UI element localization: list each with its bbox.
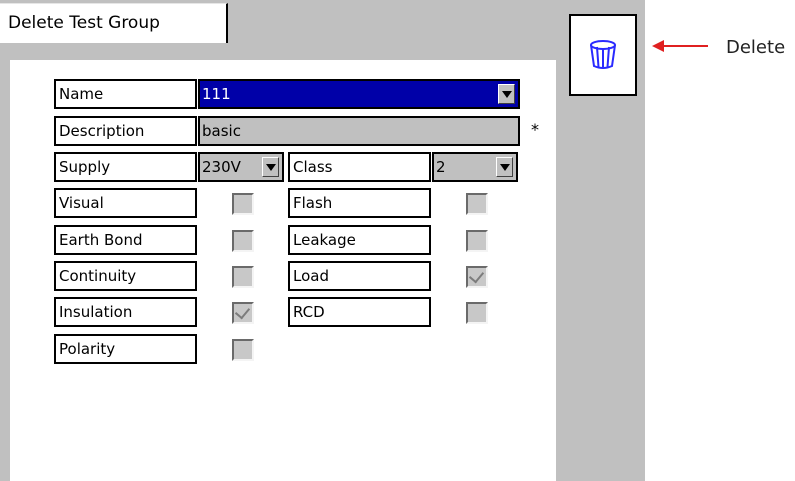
flash-checkbox[interactable] <box>466 193 488 215</box>
tab-delete-test-group[interactable]: Delete Test Group <box>0 3 228 43</box>
visual-label: Visual <box>54 188 197 218</box>
rcd-label: RCD <box>288 297 431 327</box>
trash-icon <box>590 40 616 69</box>
continuity-checkbox[interactable] <box>232 266 254 288</box>
insulation-checkbox[interactable] <box>232 302 254 324</box>
rcd-checkbox[interactable] <box>466 302 488 324</box>
class-label: Class <box>288 152 431 182</box>
visual-checkbox[interactable] <box>232 193 254 215</box>
device-screen: Delete Test Group Name 111 Description b… <box>0 0 645 481</box>
annotation-label: Delete <box>726 37 786 58</box>
description-label: Description <box>54 116 197 146</box>
insulation-label: Insulation <box>54 297 197 327</box>
delete-button[interactable] <box>569 14 637 96</box>
name-value: 111 <box>202 85 231 103</box>
tab-label: Delete Test Group <box>8 13 160 33</box>
class-dropdown[interactable]: 2 <box>432 152 518 182</box>
annotation-arrow-head <box>652 40 664 52</box>
chevron-down-icon[interactable] <box>498 84 515 104</box>
earth-bond-checkbox[interactable] <box>232 230 254 252</box>
chevron-down-icon[interactable] <box>262 157 279 177</box>
name-label: Name <box>54 79 197 109</box>
chevron-down-icon[interactable] <box>496 157 513 177</box>
supply-dropdown[interactable]: 230V <box>198 152 284 182</box>
leakage-checkbox[interactable] <box>466 230 488 252</box>
load-checkbox[interactable] <box>466 266 488 288</box>
polarity-label: Polarity <box>54 334 197 364</box>
earth-bond-label: Earth Bond <box>54 225 197 255</box>
polarity-checkbox[interactable] <box>232 339 254 361</box>
name-dropdown[interactable]: 111 <box>198 79 520 109</box>
description-value: basic <box>202 122 241 140</box>
continuity-label: Continuity <box>54 261 197 291</box>
load-label: Load <box>288 261 431 291</box>
test-group-form: Name 111 Description basic Supply 230V C… <box>10 60 556 481</box>
class-value: 2 <box>436 158 446 176</box>
description-field[interactable]: basic <box>198 116 520 146</box>
flash-label: Flash <box>288 188 431 218</box>
supply-label: Supply <box>54 152 197 182</box>
supply-value: 230V <box>202 158 241 176</box>
leakage-label: Leakage <box>288 225 431 255</box>
required-marker: * <box>531 120 539 139</box>
